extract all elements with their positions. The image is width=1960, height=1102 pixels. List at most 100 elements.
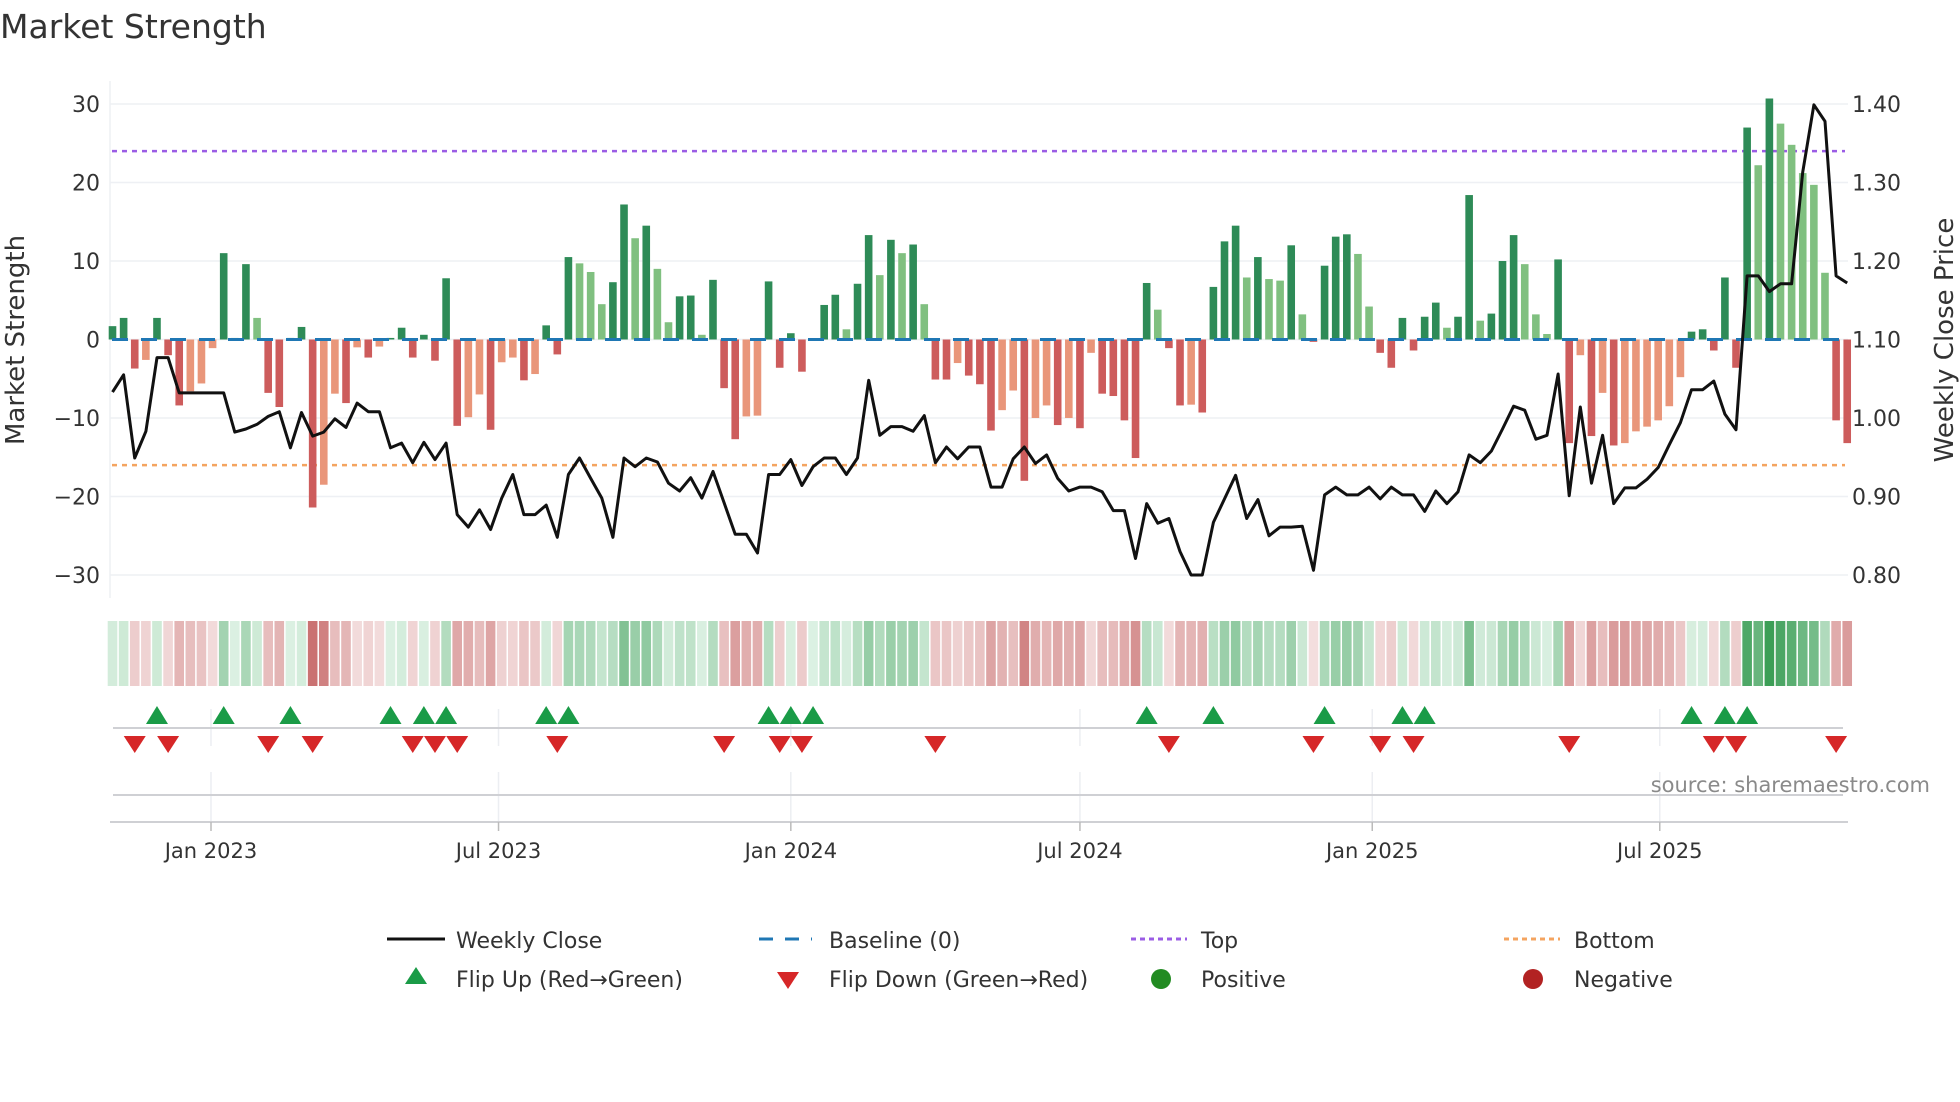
heat-cell: [541, 621, 551, 686]
flip-up-marker: [1736, 706, 1759, 724]
flip-up-marker: [212, 706, 235, 724]
strength-bar: [742, 339, 751, 417]
heat-cell: [1264, 621, 1274, 686]
strength-bar: [675, 296, 684, 340]
flip-up-marker: [1313, 706, 1336, 724]
x-tick-label: Jan 2023: [163, 839, 258, 863]
heat-cell: [841, 621, 852, 686]
heat-cell: [685, 621, 696, 686]
strength-bar: [420, 334, 428, 340]
heat-cell: [163, 621, 173, 686]
heat-cell: [1064, 621, 1074, 686]
heat-cell: [1008, 621, 1019, 686]
strength-bar: [987, 339, 995, 431]
strength-bar: [119, 317, 128, 340]
strength-bar: [553, 339, 562, 355]
heat-cell: [1052, 621, 1063, 686]
flip-up-marker: [1391, 706, 1414, 724]
strength-bar: [1098, 339, 1106, 394]
legend-item-negative: Negative: [1523, 968, 1673, 993]
flip-up-marker: [412, 706, 435, 724]
strength-bar: [1176, 339, 1184, 406]
strength-bar: [253, 317, 261, 340]
strength-bar: [909, 244, 917, 340]
strength-bar: [953, 339, 962, 364]
strength-bar: [1476, 320, 1485, 340]
strength-bar: [1131, 339, 1140, 459]
y-tick-label: 10: [72, 250, 100, 275]
strength-bar: [1220, 241, 1229, 340]
heat-cell: [1620, 621, 1630, 686]
heat-cell: [819, 621, 829, 686]
strength-bar: [1843, 339, 1852, 444]
strength-heat-strip: [107, 621, 1853, 686]
heat-cell: [697, 621, 707, 686]
y-right-tick-label: 0.80: [1852, 564, 1901, 589]
heat-cell: [574, 621, 585, 686]
legend-label: Flip Down (Green→Red): [829, 968, 1088, 993]
strength-bar: [831, 294, 840, 340]
strength-bar: [664, 322, 673, 340]
heat-cell: [1330, 621, 1341, 686]
strength-bar: [1053, 339, 1062, 426]
strength-bar: [564, 257, 573, 340]
strength-bar: [308, 339, 317, 508]
heat-cell: [1675, 621, 1686, 686]
triangle-down-icon: [777, 972, 799, 989]
strength-bar: [1109, 339, 1118, 397]
legend-item-weekly-close: Weekly Close: [387, 929, 602, 954]
heat-cell: [1030, 621, 1041, 686]
strength-bar: [1632, 339, 1640, 432]
strength-bar: [1142, 282, 1151, 340]
heat-cell: [1608, 621, 1619, 686]
flip-down-marker: [1558, 736, 1581, 753]
heat-cell: [1353, 621, 1363, 686]
y-right-tick-label: 1.30: [1852, 172, 1901, 197]
strength-bar: [1198, 339, 1207, 413]
heat-cell: [1475, 621, 1486, 686]
heat-cell: [1119, 621, 1130, 686]
heat-cell: [874, 621, 885, 686]
heat-cell: [1809, 621, 1819, 686]
heat-cell: [396, 621, 407, 686]
heat-cell: [230, 621, 240, 686]
heat-cell: [752, 621, 763, 686]
flip-down-marker: [257, 736, 280, 753]
flip-down-marker: [157, 736, 180, 753]
flip-up-marker: [1713, 706, 1736, 724]
strength-bar: [898, 253, 906, 340]
strength-bar: [1832, 339, 1840, 421]
heat-cell: [1742, 621, 1752, 686]
flip-down-marker: [1702, 736, 1725, 753]
heat-cell: [419, 621, 429, 686]
heat-cell: [797, 621, 807, 686]
heat-cell: [552, 621, 563, 686]
market-strength-chart: Market Strength 30 20 10 0 −10 −20 −30 1.40 1.3…: [0, 7, 1960, 993]
strength-bar: [764, 281, 773, 340]
heat-cell: [1775, 621, 1786, 686]
heat-cell: [1631, 621, 1641, 686]
flip-markers: [123, 706, 1848, 753]
y-right-tick-label: 1.40: [1852, 93, 1901, 118]
strength-bar: [1076, 339, 1084, 429]
flip-down-marker: [1725, 736, 1748, 753]
heat-cell: [519, 621, 529, 686]
flip-down-marker: [1402, 736, 1425, 753]
strength-bar: [1331, 236, 1340, 340]
heat-cell: [185, 621, 196, 686]
strength-bar: [1443, 327, 1451, 340]
legend: Weekly Close Baseline (0) Top Bottom Fli…: [387, 929, 1673, 993]
time-gridlines: [210, 709, 1661, 822]
heat-cell: [1442, 621, 1452, 686]
heat-cell: [863, 621, 874, 686]
strength-bar: [1698, 329, 1707, 340]
heat-cell: [852, 621, 863, 686]
strength-bar: [1732, 339, 1740, 368]
heat-cell: [196, 621, 207, 686]
strength-bar: [976, 339, 984, 385]
strength-bar: [1498, 261, 1507, 340]
strength-bar: [1565, 339, 1574, 444]
strength-bar: [1376, 339, 1384, 353]
strength-bar: [1242, 277, 1251, 340]
flip-down-marker: [446, 736, 469, 753]
